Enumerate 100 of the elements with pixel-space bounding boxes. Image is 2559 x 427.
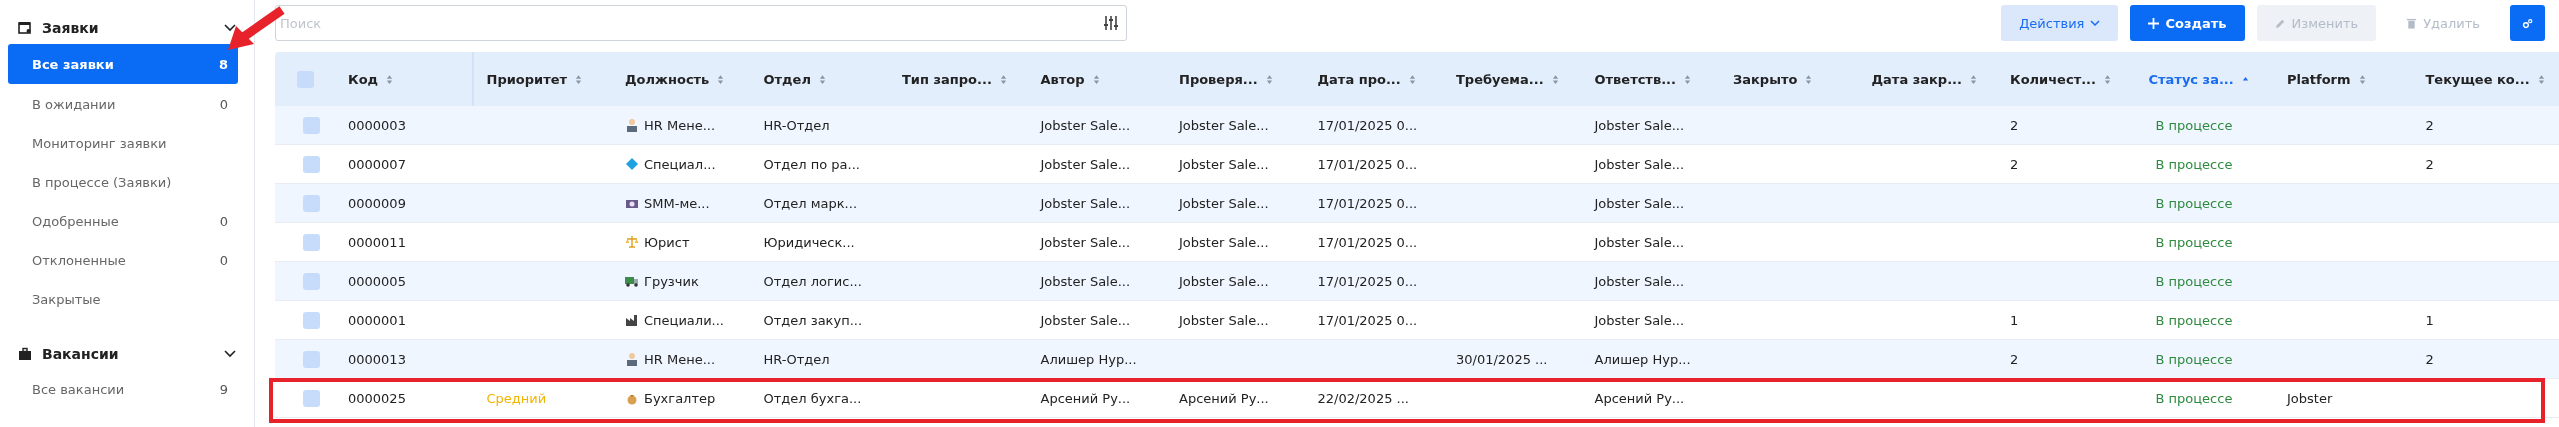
column-header[interactable]: Автор xyxy=(1040,71,1085,87)
row-checkbox[interactable] xyxy=(303,194,320,212)
sidebar-item[interactable]: В ожидании 0 xyxy=(8,85,238,123)
sidebar-item[interactable]: Закрытые xyxy=(8,280,238,318)
person-icon xyxy=(625,352,639,366)
table-cell: Грузчик xyxy=(644,273,699,289)
table-cell: Jobster Sale... xyxy=(1179,234,1269,250)
sort-icon[interactable] xyxy=(386,73,394,85)
table-cell: Jobster Sale... xyxy=(1179,273,1269,289)
table-cell: 0000007 xyxy=(348,156,406,172)
sidebar-item[interactable]: Все заявки 8 xyxy=(8,44,238,84)
sidebar-item[interactable]: Мониторинг заявки xyxy=(8,124,238,162)
column-header[interactable]: Код xyxy=(348,71,379,87)
sort-icon[interactable] xyxy=(1969,73,1977,85)
filter-icon[interactable] xyxy=(1104,15,1118,31)
table-cell: 0000001 xyxy=(348,312,406,328)
sort-icon[interactable] xyxy=(2537,73,2545,85)
column-header[interactable]: Должность xyxy=(625,71,710,87)
section-title: Заявки xyxy=(42,20,100,36)
table-cell: Арсений Ру... xyxy=(1040,390,1131,406)
row-checkbox[interactable] xyxy=(303,155,320,173)
sort-icon[interactable] xyxy=(575,73,583,85)
table-cell: В процессе xyxy=(2155,195,2233,211)
section-title: Вакансии xyxy=(42,346,120,362)
column-header[interactable]: Проверя... xyxy=(1179,71,1258,87)
row-checkbox[interactable] xyxy=(303,350,320,368)
sidebar-item[interactable]: Одобренные 0 xyxy=(8,202,238,240)
table-cell: 2 xyxy=(2425,351,2434,367)
column-header[interactable]: Дата про... xyxy=(1317,71,1401,87)
column-header[interactable]: Требуема... xyxy=(1456,71,1544,87)
sort-icon[interactable] xyxy=(717,73,725,85)
table-cell: Jobster Sale... xyxy=(1040,156,1131,172)
table-cell: 0000009 xyxy=(348,195,406,211)
table-cell: 17/01/2025 0... xyxy=(1317,117,1418,133)
settings-button[interactable] xyxy=(2510,5,2545,41)
table-cell: 0000003 xyxy=(348,117,406,133)
create-button[interactable]: Создать xyxy=(2130,5,2245,41)
table-cell: 2 xyxy=(2010,117,2019,133)
column-header[interactable]: Ответств... xyxy=(1594,71,1676,87)
table-cell: Jobster Sale... xyxy=(1040,312,1131,328)
table-cell: Алишер Нур... xyxy=(1594,351,1691,367)
column-header[interactable]: Количест... xyxy=(2010,71,2096,87)
table-cell: Юридическ... xyxy=(763,234,855,250)
sort-icon[interactable] xyxy=(1805,73,1813,85)
table-cell: В процессе xyxy=(2155,390,2233,406)
chevron-icon[interactable] xyxy=(224,350,236,358)
row-checkbox[interactable] xyxy=(303,311,320,329)
column-header[interactable]: Закрыто xyxy=(1733,71,1798,87)
sidebar-item[interactable]: В процессе (Заявки) xyxy=(8,163,238,201)
sidebar-item[interactable]: Все вакансии 9 xyxy=(8,370,238,408)
sort-icon[interactable] xyxy=(1408,73,1416,85)
table-cell: 0000011 xyxy=(348,234,406,250)
row-checkbox[interactable] xyxy=(303,389,320,407)
table-cell: HR Мене... xyxy=(644,117,716,133)
table-cell: 2 xyxy=(2425,117,2434,133)
table-cell: 2 xyxy=(2010,351,2019,367)
column-header[interactable]: Текущее ко... xyxy=(2425,71,2530,87)
table-cell: 30/01/2025 ... xyxy=(1456,351,1548,367)
row-checkbox[interactable] xyxy=(303,116,320,134)
pencil-icon xyxy=(2274,17,2286,29)
row-checkbox[interactable] xyxy=(303,272,320,290)
briefcase-icon xyxy=(18,347,32,361)
sort-icon[interactable] xyxy=(2104,73,2111,85)
search-field[interactable]: Поиск xyxy=(275,5,1127,41)
table-cell: Jobster Sale... xyxy=(1179,195,1269,211)
table-cell: Алишер Нур... xyxy=(1040,351,1137,367)
table-cell: HR Мене... xyxy=(644,351,716,367)
sort-icon[interactable] xyxy=(999,73,1007,85)
sort-icon[interactable] xyxy=(1092,73,1100,85)
table-cell: Отдел закуп... xyxy=(763,312,863,328)
table-cell: 2 xyxy=(2010,156,2019,172)
sort-icon[interactable] xyxy=(1265,73,1273,85)
table-cell: Jobster Sale... xyxy=(1179,156,1269,172)
sort-icon[interactable] xyxy=(818,73,826,85)
sort-icon[interactable] xyxy=(2358,73,2366,85)
caret-icon xyxy=(2090,20,2101,26)
table-cell: Jobster Sale... xyxy=(1594,312,1685,328)
table-cell: Арсений Ру... xyxy=(1179,390,1269,406)
table-cell: В процессе xyxy=(2155,156,2233,172)
column-header[interactable]: Статус за... xyxy=(2148,71,2234,87)
table-cell: 17/01/2025 0... xyxy=(1317,234,1418,250)
column-header[interactable]: Приоритет xyxy=(486,71,568,87)
chevron-icon[interactable] xyxy=(224,24,236,32)
table-cell: Отдел бухга... xyxy=(763,390,862,406)
column-header[interactable]: Тип запро... xyxy=(902,71,992,87)
sort-icon[interactable] xyxy=(1683,73,1691,85)
table-cell: Средний xyxy=(486,390,547,406)
actions-dropdown[interactable]: Действия xyxy=(2001,5,2119,41)
table-cell: 17/01/2025 0... xyxy=(1317,156,1418,172)
sidebar-item[interactable]: Отклоненные 0 xyxy=(8,241,238,279)
select-all-checkbox[interactable] xyxy=(296,70,314,88)
table-cell: Jobster Sale... xyxy=(1179,117,1269,133)
sort-icon[interactable] xyxy=(1551,73,1559,85)
truck-icon xyxy=(625,274,639,288)
diamond-icon xyxy=(625,157,639,171)
row-checkbox[interactable] xyxy=(303,233,320,251)
column-header[interactable]: Дата закр... xyxy=(1871,71,1962,87)
column-header[interactable]: Platform xyxy=(2287,71,2351,87)
column-header[interactable]: Отдел xyxy=(763,71,811,87)
table-cell: Арсений Ру... xyxy=(1594,390,1685,406)
